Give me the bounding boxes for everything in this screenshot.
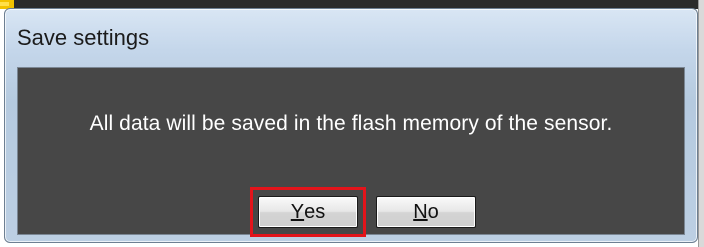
dialog-title-bar[interactable]: Save settings bbox=[15, 11, 687, 65]
yes-button[interactable]: Yes bbox=[258, 196, 358, 228]
yes-button-mnemonic: Y bbox=[290, 200, 305, 223]
dialog-message: All data will be saved in the flash memo… bbox=[89, 112, 613, 135]
screen: Save settings All data will be saved in … bbox=[0, 0, 704, 247]
no-button[interactable]: No bbox=[376, 196, 476, 228]
no-button-label: o bbox=[427, 200, 439, 223]
background-accent-highlight bbox=[0, 2, 9, 6]
dialog-content-panel: All data will be saved in the flash memo… bbox=[17, 67, 685, 237]
yes-button-label: es bbox=[304, 200, 326, 223]
no-button-mnemonic: N bbox=[413, 200, 428, 223]
save-settings-dialog: Save settings All data will be saved in … bbox=[4, 8, 698, 243]
dialog-title: Save settings bbox=[17, 25, 150, 50]
background-window-edge bbox=[698, 0, 704, 247]
